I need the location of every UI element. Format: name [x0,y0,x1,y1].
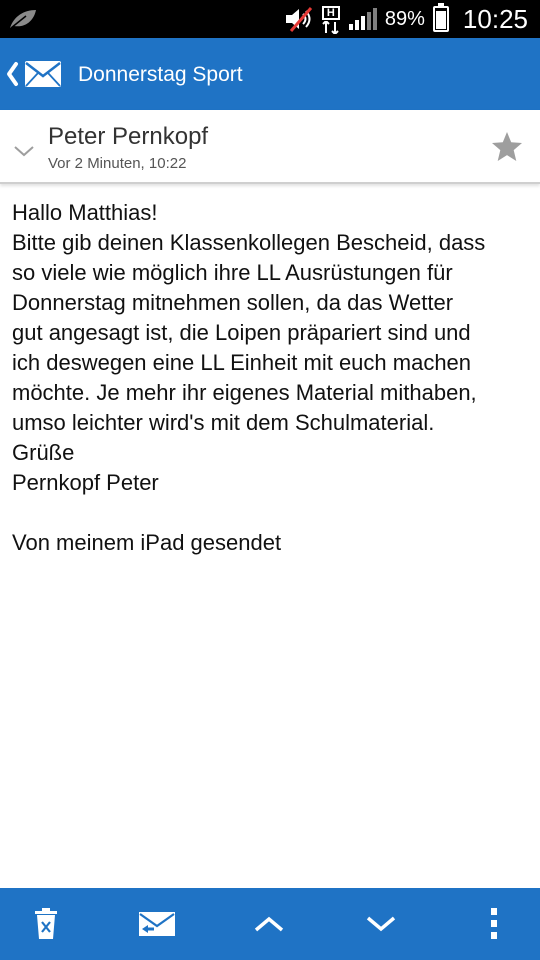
body-line: Grüße [12,440,75,465]
next-chevron-down-icon [366,916,396,932]
mail-icon[interactable] [24,60,62,88]
message-time: Vor 2 Minuten, 10:22 [48,155,187,172]
message-body: Hallo Matthias! Bitte gib deinen Klassen… [12,198,532,558]
back-chevron-icon[interactable] [4,60,20,88]
overflow-menu-button[interactable] [454,888,534,960]
next-message-button[interactable] [341,888,421,960]
body-line: Pernkopf Peter [12,470,159,495]
delete-icon [35,908,57,939]
message-header: Peter Pernkopf Vor 2 Minuten, 10:22 [0,110,540,184]
body-line: Hallo Matthias! [12,200,158,225]
chevron-down-icon[interactable] [12,144,36,158]
body-line: ich deswegen eine LL Einheit mit euch ma… [12,350,472,375]
reply-button[interactable] [117,888,197,960]
body-line: so viele wie möglich ihre LL Ausrüstunge… [12,260,453,285]
body-line [12,498,532,528]
status-bar: H 89% 10:25 [0,0,540,38]
overflow-menu-icon [491,908,497,939]
clock: 10:25 [462,3,528,34]
previous-chevron-up-icon [254,916,284,932]
title-bar: Donnerstag Sport [0,38,540,110]
sender-name[interactable]: Peter Pernkopf [48,123,208,151]
page-title: Donnerstag Sport [78,63,243,86]
battery-percent: 89% [384,7,425,30]
bottom-action-bar [0,888,540,960]
body-line: Von meinem iPad gesendet [12,530,282,555]
body-line: Donnerstag mitnehmen sollen, da das Wett… [12,290,454,315]
body-line: Bitte gib deinen Klassenkollegen Beschei… [12,230,486,255]
star-icon[interactable] [490,130,524,164]
body-line: gut angesagt ist, die Loipen präpariert … [12,320,471,345]
body-line: umso leichter wird's mit dem Schulmateri… [12,410,435,435]
status-icons: H 89% 10:25 [283,0,528,38]
body-line: möchte. Je mehr ihr eigenes Material mit… [12,380,477,405]
leaf-icon [10,10,36,29]
hplus-data-icon: H [321,4,341,34]
battery-icon [432,3,449,32]
delete-button[interactable] [6,888,86,960]
signal-icon [348,8,377,30]
volume-mute-icon [285,7,313,32]
previous-message-button[interactable] [229,888,309,960]
reply-mail-icon [139,912,175,936]
